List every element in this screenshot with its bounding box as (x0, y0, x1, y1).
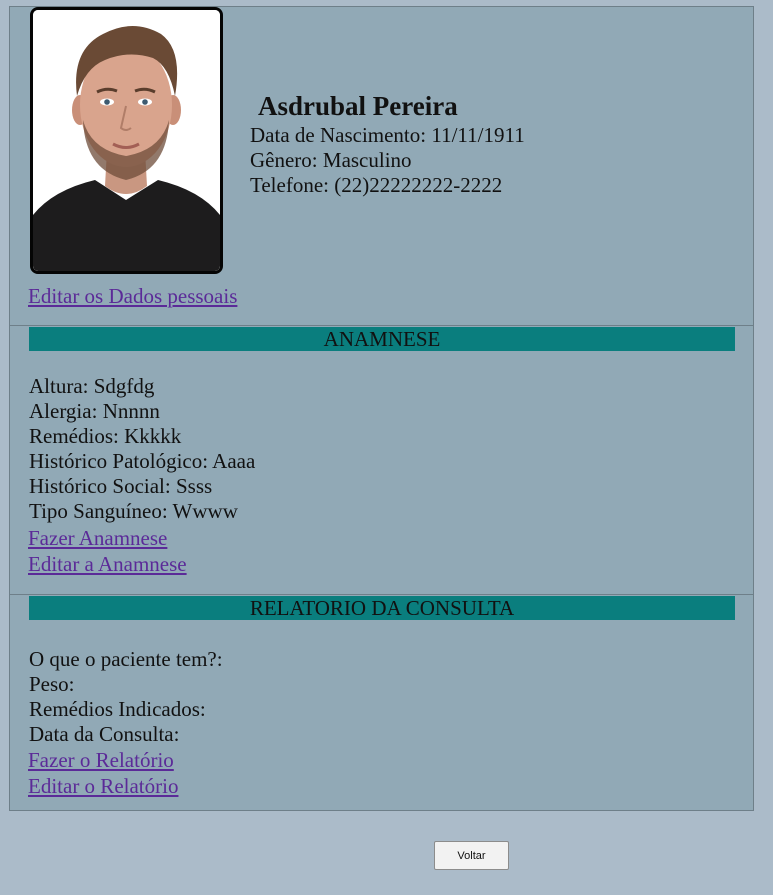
field-value: Kkkkk (124, 424, 182, 448)
relatorio-field-diagnostico: O que o paciente tem?: (29, 647, 223, 672)
anamnese-section: ANAMNESE Altura: Sdgfdg Alergia: Nnnnn R… (10, 325, 753, 595)
phone-label: Telefone: (250, 173, 329, 197)
person-portrait-image (33, 10, 220, 271)
relatorio-header: RELATORIO DA CONSULTA (29, 596, 735, 620)
relatorio-field-peso: Peso: (29, 672, 75, 697)
birth-date-label: Data de Nascimento: (250, 123, 427, 147)
anamnese-field-alergia: Alergia: Nnnnn (29, 399, 160, 424)
anamnese-field-historico-patologico: Histórico Patológico: Aaaa (29, 449, 255, 474)
field-value: Ssss (175, 474, 213, 498)
field-value: Wwww (172, 499, 238, 523)
field-label: Alergia: (29, 399, 98, 423)
field-label: Remédios Indicados: (29, 697, 206, 721)
field-label: Peso: (29, 672, 75, 696)
field-label: Altura: (29, 374, 89, 398)
field-value: Nnnnn (102, 399, 160, 423)
patient-photo (30, 7, 223, 274)
gender-label: Gênero: (250, 148, 318, 172)
anamnese-field-remedios: Remédios: Kkkkk (29, 424, 181, 449)
field-label: O que o paciente tem?: (29, 647, 223, 671)
field-label: Histórico Patológico: (29, 449, 209, 473)
edit-anamnese-link[interactable]: Editar a Anamnese (28, 552, 187, 577)
patient-name: Asdrubal Pereira (258, 91, 458, 121)
gender-value: Masculino (322, 148, 412, 172)
anamnese-field-tipo-sanguineo: Tipo Sanguíneo: Wwww (29, 499, 238, 524)
anamnese-field-altura: Altura: Sdgfdg (29, 374, 154, 399)
edit-personal-data-link[interactable]: Editar os Dados pessoais (28, 284, 237, 309)
relatorio-section: RELATORIO DA CONSULTA O que o paciente t… (10, 594, 753, 811)
relatorio-field-data-consulta: Data da Consulta: (29, 722, 179, 747)
create-report-link[interactable]: Fazer o Relatório (28, 748, 174, 773)
birth-date-value: 11/11/1911 (431, 123, 525, 147)
anamnese-header: ANAMNESE (29, 327, 735, 351)
create-anamnese-link[interactable]: Fazer Anamnese (28, 526, 167, 551)
anamnese-field-historico-social: Histórico Social: Ssss (29, 474, 212, 499)
field-value: Aaaa (212, 449, 256, 473)
field-value: Sdgfdg (93, 374, 155, 398)
edit-report-link[interactable]: Editar o Relatório (28, 774, 178, 799)
field-label: Tipo Sanguíneo: (29, 499, 168, 523)
patient-panel: Asdrubal Pereira Data de Nascimento: 11/… (9, 6, 754, 811)
profile-section: Asdrubal Pereira Data de Nascimento: 11/… (10, 7, 753, 326)
back-button[interactable]: Voltar (434, 841, 509, 870)
gender-line: Gênero: Masculino (250, 148, 412, 173)
field-label: Remédios: (29, 424, 119, 448)
birth-date-line: Data de Nascimento: 11/11/1911 (250, 123, 525, 148)
relatorio-field-remedios-indicados: Remédios Indicados: (29, 697, 206, 722)
field-label: Histórico Social: (29, 474, 171, 498)
phone-value: (22)22222222-2222 (334, 173, 503, 197)
field-label: Data da Consulta: (29, 722, 180, 746)
phone-line: Telefone: (22)22222222-2222 (250, 173, 502, 198)
